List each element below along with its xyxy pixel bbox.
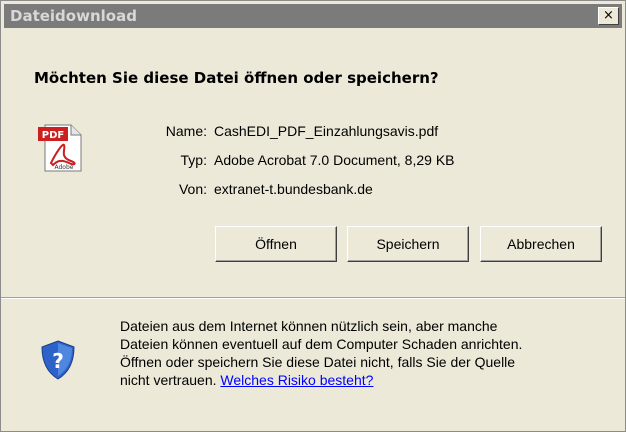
risk-info-link[interactable]: Welches Risiko besteht? [220,372,373,388]
warning-line-4: nicht vertrauen. Welches Risiko besteht? [120,371,620,389]
open-button[interactable]: Öffnen [215,226,337,262]
file-name-value: CashEDI_PDF_Einzahlungsavis.pdf [214,123,439,139]
security-warning: Dateien aus dem Internet können nützlich… [120,317,620,389]
pdf-badge-text: PDF [42,130,64,141]
section-divider [1,297,625,299]
name-label: Name: [165,123,207,139]
file-type-value: Adobe Acrobat 7.0 Document, 8,29 KB [214,152,455,168]
cancel-button[interactable]: Abbrechen [480,226,602,262]
warning-line-1: Dateien aus dem Internet können nützlich… [120,318,498,334]
type-label: Typ: [180,152,207,168]
security-shield-icon: ? [41,340,75,380]
warning-line-4-prefix: nicht vertrauen. [120,372,217,388]
warning-line-3: Öffnen oder speichern Sie diese Datei ni… [120,354,516,370]
adobe-brand-text: Adobe [55,164,74,171]
save-button[interactable]: Speichern [347,226,469,262]
pdf-icon: PDF Adobe [38,124,82,172]
close-button[interactable]: × [598,7,619,25]
title-bar[interactable]: Dateidownload × [4,4,622,28]
download-question: Möchten Sie diese Datei öffnen oder spei… [34,69,439,87]
file-download-dialog: Dateidownload × Möchten Sie diese Datei … [0,0,626,432]
file-source-value: extranet-t.bundesbank.de [214,181,373,197]
warning-line-2: Dateien können eventuell auf dem Compute… [120,336,523,352]
window-title: Dateidownload [10,7,137,25]
svg-text:?: ? [52,349,64,373]
from-label: Von: [178,181,207,197]
